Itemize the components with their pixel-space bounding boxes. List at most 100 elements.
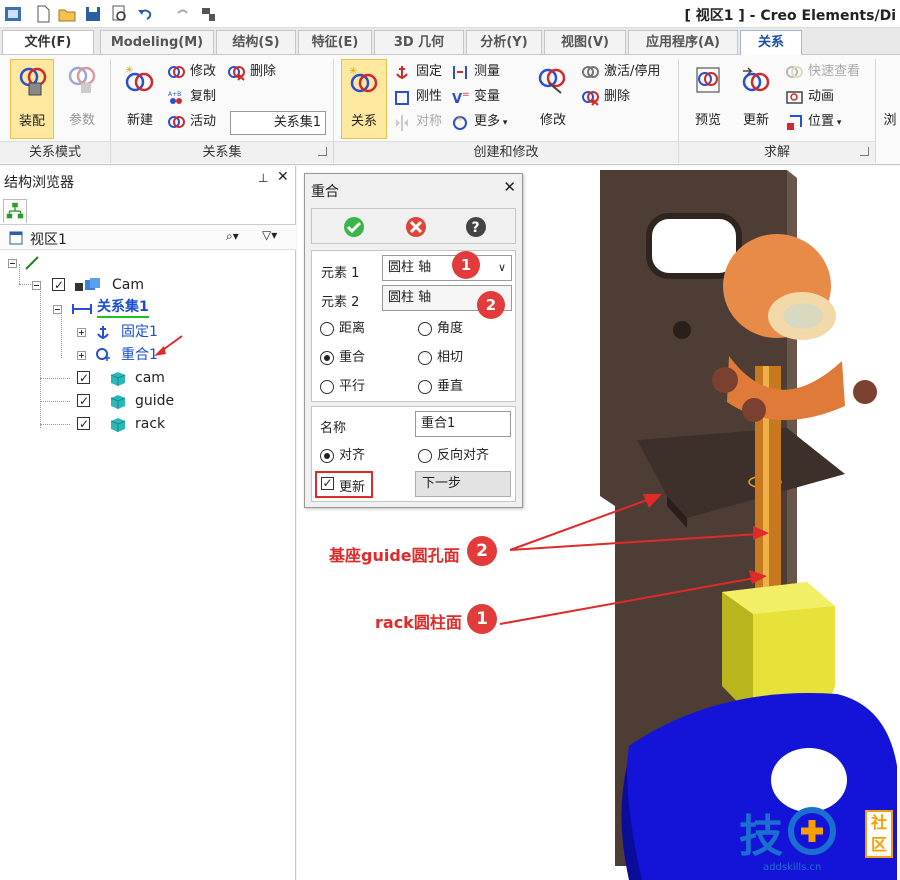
browser-title: 结构浏览器 [4,175,74,191]
update-checkbox[interactable]: ✓ [321,477,334,490]
quick-view-icon [786,66,803,78]
more-button[interactable]: ✳ 更多 ▾ [452,111,507,133]
option-tangent-radio[interactable]: 相切 [418,350,463,368]
active-set-icon [168,116,185,128]
activate-button[interactable]: 激活/停用 [582,61,660,83]
visibility-checkbox[interactable] [77,413,90,435]
set-group-launcher-icon[interactable] [318,147,327,156]
variable-button[interactable]: V = 变量 [452,86,500,108]
new-set-button[interactable]: ✳ 新建 [118,59,162,139]
open-folder-icon[interactable] [58,5,76,23]
align-radio[interactable]: 对齐 [320,448,365,466]
tab-file[interactable]: 文件(F) [2,30,94,54]
tree-row-relation-set[interactable]: 关系集1 [53,298,233,320]
part-label: guide [135,393,175,409]
collapse-toggle[interactable] [8,259,17,268]
tab-3d-geometry[interactable]: 3D 几何 [374,30,464,54]
option-parallel-radio[interactable]: 平行 [320,379,365,397]
position-button[interactable]: 位置 ▾ [786,111,841,133]
quick-view-button[interactable]: 快速查看 [786,61,860,83]
new-file-icon[interactable] [34,5,52,23]
animation-button[interactable]: 动画 [786,86,834,108]
measure-label: 测量 [474,64,501,79]
active-set-label: 活动 [190,114,217,129]
next-button[interactable]: 下一步 [415,471,511,497]
chevron-down-icon: ▾ [834,118,842,128]
pin-icon[interactable]: ⊥ [258,171,268,185]
cancel-x-icon[interactable] [404,215,428,239]
rigid-button[interactable]: 刚性 [394,86,442,108]
title-bar: [ 视区1 ] - Creo Elements/Di [0,0,900,28]
close-icon[interactable]: ✕ [277,169,289,185]
preview-button[interactable]: 预览 [686,59,730,139]
option-coincident-radio[interactable]: 重合 [320,350,365,368]
print-preview-icon[interactable] [110,5,128,23]
view-selector-row[interactable]: 视区1 ⌕▾ ▽▾ [0,224,296,250]
expand-toggle[interactable] [77,328,86,337]
browse-button-partial[interactable]: 浏 [880,59,900,139]
element1-select[interactable]: 圆柱 轴 ∨ [382,255,512,281]
solve-group-launcher-icon[interactable] [860,147,869,156]
measure-button[interactable]: 测量 [452,61,500,83]
model-tree-tab[interactable] [3,199,27,223]
filter-icon[interactable]: ▽▾ [262,228,277,242]
save-icon[interactable] [84,5,102,23]
modify-set-button[interactable]: 修改 [168,61,216,83]
tree-row-part-guide[interactable]: guide [77,390,197,412]
ribbon-divider [875,59,876,163]
tree-row-root[interactable] [8,252,68,274]
plus-circle-logo-icon [788,807,836,855]
tab-analysis[interactable]: 分析(Y) [466,30,542,54]
new-relation-set-icon: ✳ [125,65,154,92]
fix-button[interactable]: 固定 [394,61,442,83]
delete-relation-button[interactable]: 删除 [582,86,630,108]
binoculars-icon[interactable]: ⌕▾ [226,229,239,244]
parameter-mode-button[interactable]: 参数 [60,59,104,139]
tree-row-part-rack[interactable]: rack [77,413,197,435]
window-title: [ 视区1 ] - Creo Elements/Di [684,8,896,24]
expand-toggle[interactable] [77,351,86,360]
copy-set-button[interactable]: A+B 复制 [168,86,216,108]
option-angle-radio[interactable]: 角度 [418,321,463,339]
symmetry-button[interactable]: 对称 [394,111,442,133]
visibility-checkbox[interactable] [77,390,90,412]
help-icon[interactable]: ? [464,215,488,239]
active-set-field[interactable]: 关系集1 [230,111,326,135]
tree-row-part-cam[interactable]: cam [77,367,197,389]
svg-text:A+B: A+B [168,91,181,98]
app-icon[interactable] [4,5,22,23]
collapse-toggle[interactable] [32,281,41,290]
undo-icon[interactable] [136,5,154,23]
tab-structure[interactable]: 结构(S) [216,30,296,54]
tab-view[interactable]: 视图(V) [544,30,626,54]
modify-relation-button[interactable]: 修改 [530,59,576,139]
update-button[interactable]: 更新 [734,59,778,139]
collapse-toggle[interactable] [53,305,62,314]
relation-button[interactable]: ✳ 关系 [341,59,387,139]
tab-modeling[interactable]: Modeling(M) [100,30,214,54]
ok-check-icon[interactable] [342,215,366,239]
tab-relations[interactable]: 关系 [740,30,802,56]
name-input[interactable]: 重合1 [415,411,511,437]
group-label-create-modify: 创建和修改 [334,141,678,163]
option-perpendicular-radio[interactable]: 垂直 [418,379,463,397]
tree-row-cam-assembly[interactable]: Cam [32,274,212,296]
tab-applications[interactable]: 应用程序(A) [628,30,738,54]
robot-tool-icon[interactable] [200,5,218,23]
redo-icon[interactable] [174,5,192,23]
coincident-icon [96,348,110,361]
visibility-checkbox[interactable] [77,367,90,389]
structure-browser: 结构浏览器 ⊥ ✕ 视区1 ⌕▾ ▽▾ Cam [0,166,296,880]
guide-hole-face-callout: 基座guide圆孔面 [329,546,460,565]
reverse-align-radio[interactable]: 反向对齐 [418,448,489,466]
assemble-mode-button[interactable]: 装配 [10,59,54,139]
option-distance-radio[interactable]: 距离 [320,321,365,339]
active-set-button[interactable]: 活动 [168,111,216,133]
update-label: 更新 [742,113,769,128]
delete-set-button[interactable]: 删除 [228,61,276,83]
visibility-checkbox[interactable] [52,274,65,296]
close-icon[interactable]: ✕ [503,178,516,196]
browse-label: 浏 [883,113,897,128]
tab-feature[interactable]: 特征(E) [298,30,372,54]
tree-line [19,284,31,285]
